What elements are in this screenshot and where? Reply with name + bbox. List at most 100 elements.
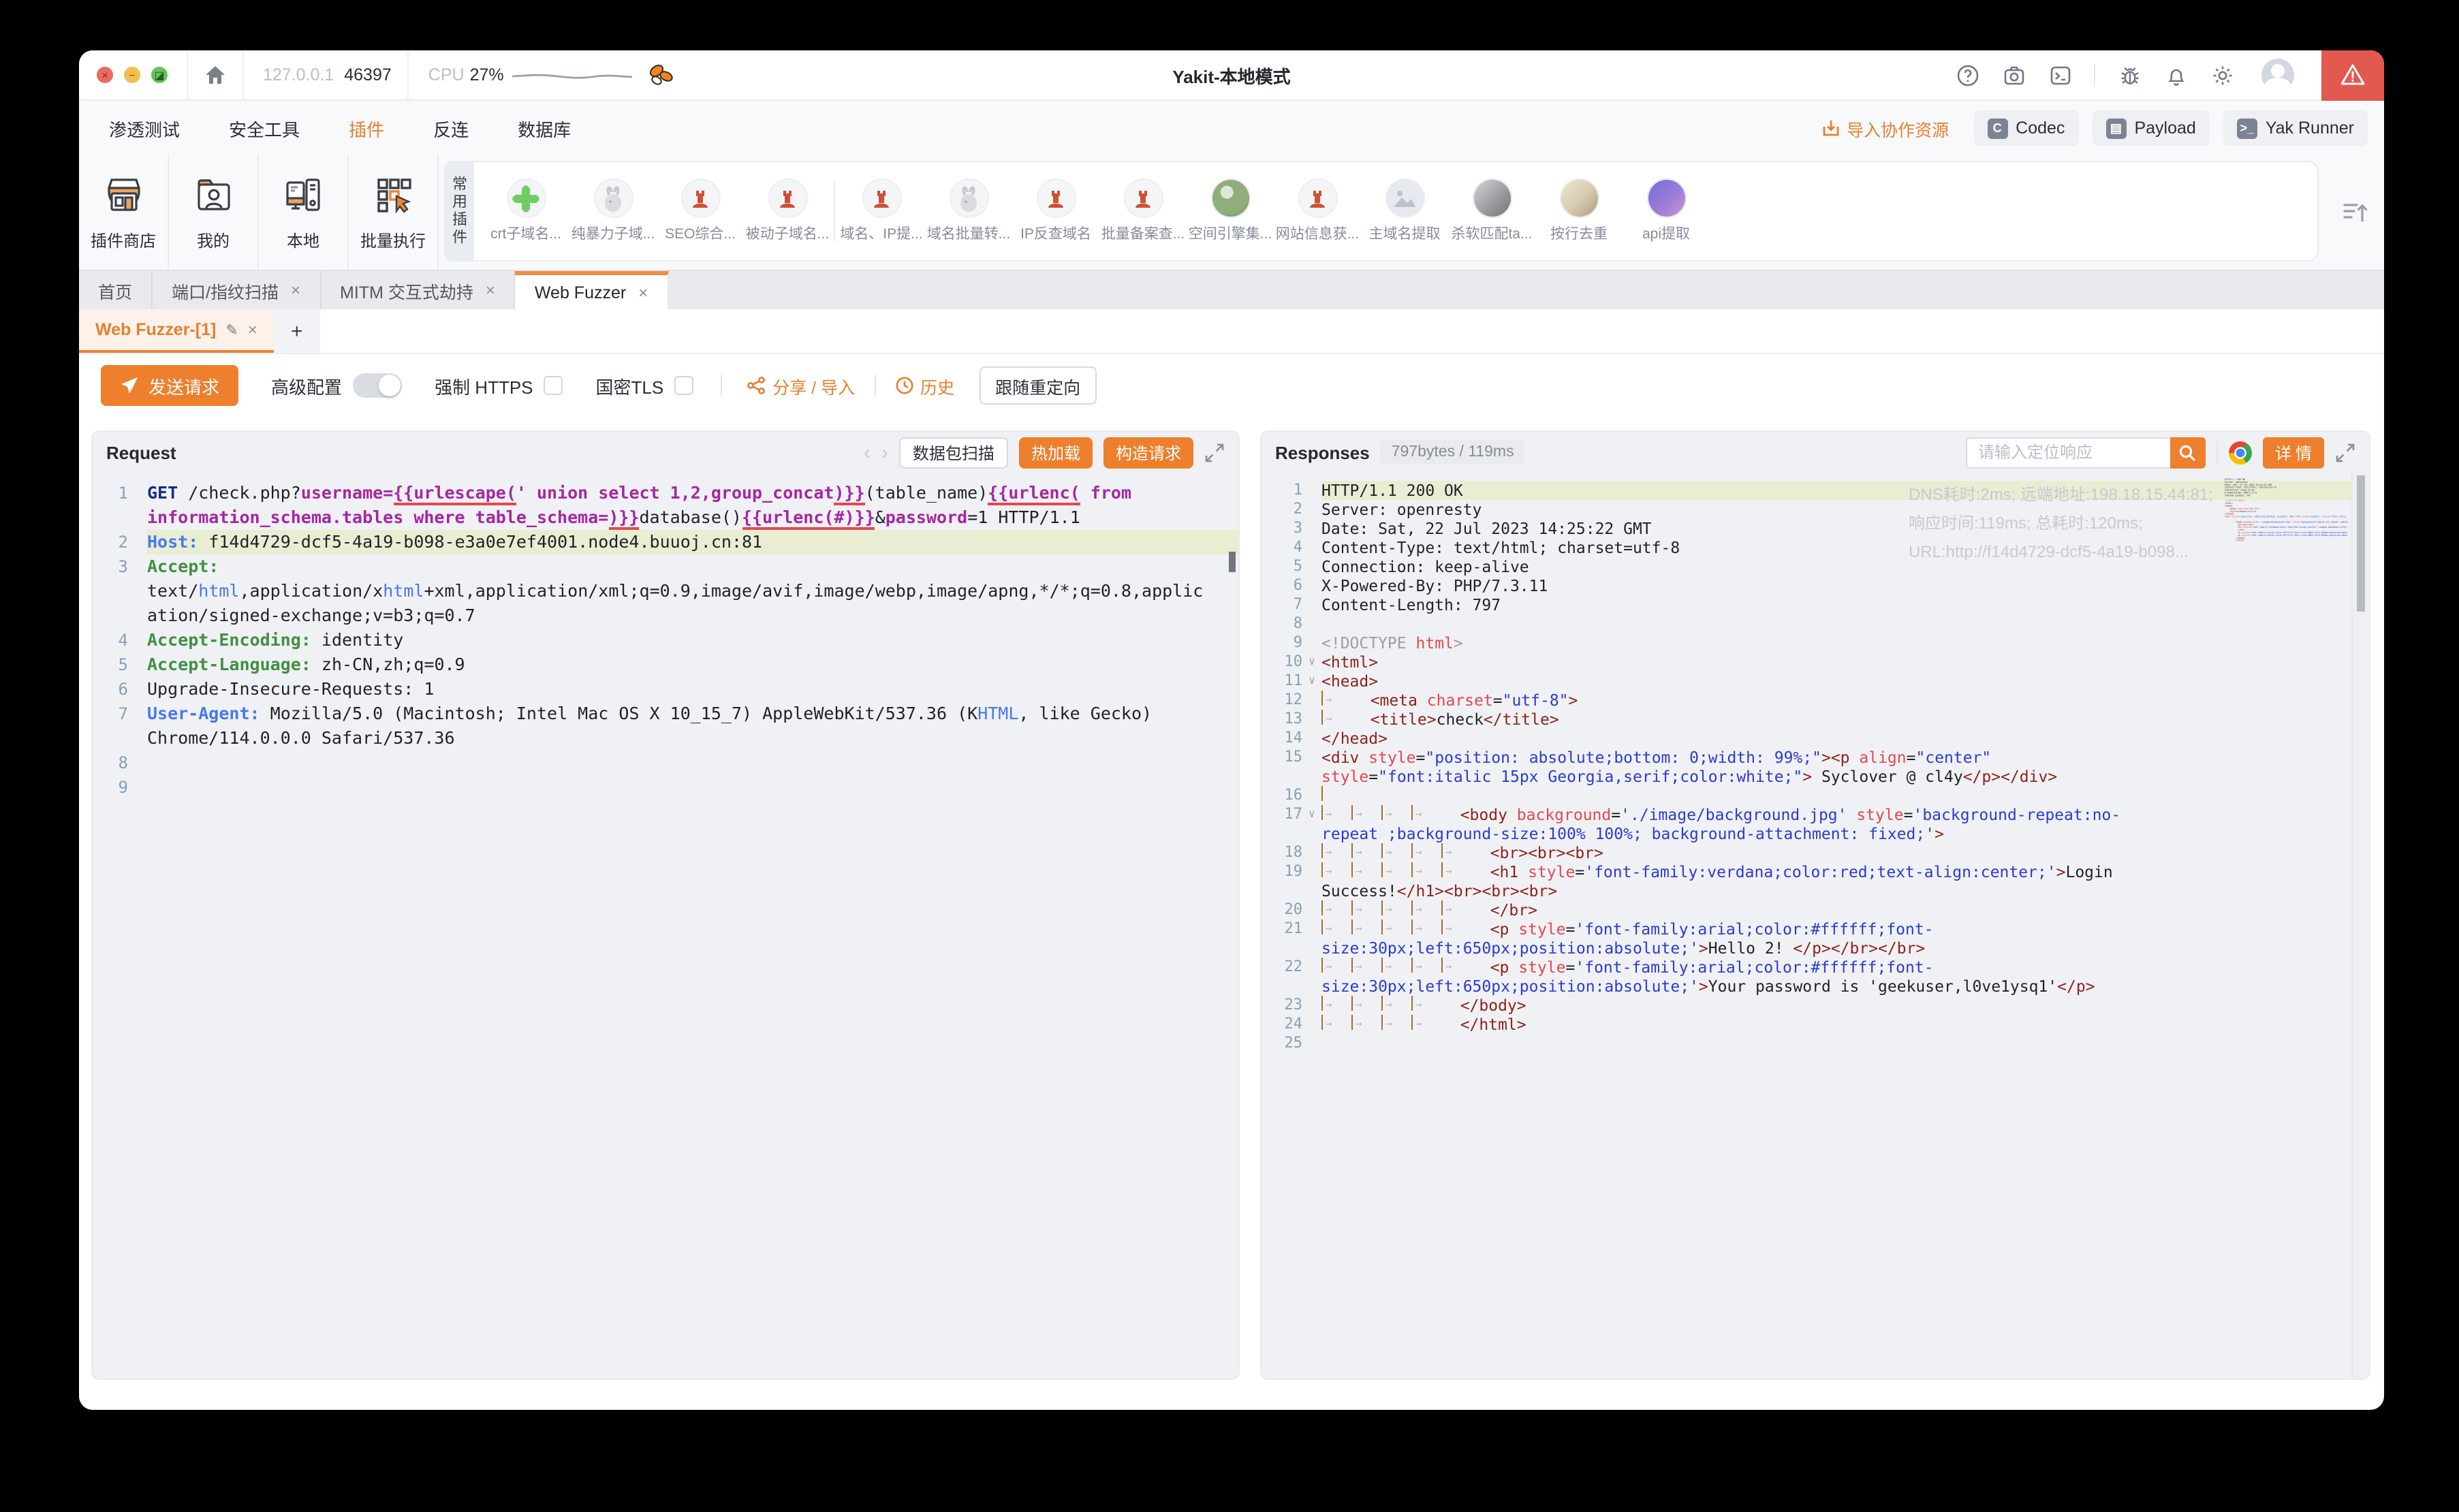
plugin-item-6[interactable]: IP反查域名 bbox=[1012, 178, 1099, 244]
collapse-caret-icon[interactable]: ∨ bbox=[1302, 672, 1321, 691]
response-line-1[interactable]: 1HTTP/1.1 200 OK bbox=[1262, 481, 2369, 500]
hot-reload-button[interactable]: 热加载 bbox=[1019, 437, 1093, 468]
user-avatar[interactable] bbox=[2261, 59, 2294, 91]
search-input[interactable] bbox=[1966, 437, 2170, 468]
force-https-checkbox[interactable] bbox=[544, 376, 563, 395]
bug-icon[interactable] bbox=[2117, 63, 2142, 87]
plugin-item-11[interactable]: 杀软匹配ta... bbox=[1448, 178, 1535, 244]
response-line-2[interactable]: 2Server: openresty bbox=[1262, 500, 2369, 519]
primary-tab-2[interactable]: MITM 交互式劫持× bbox=[321, 271, 516, 309]
response-editor[interactable]: 1HTTP/1.1 200 OK2Server: openresty3Date:… bbox=[1262, 473, 2369, 1380]
rename-tab-pencil-icon[interactable]: ✎ bbox=[225, 321, 238, 338]
request-line-9[interactable]: 9 bbox=[93, 775, 1238, 800]
response-line-20[interactable]: 20→→→→→ </br> bbox=[1262, 900, 2369, 919]
settings-gear-icon[interactable] bbox=[2210, 63, 2234, 87]
payload-button[interactable]: ▤ Payload bbox=[2092, 110, 2209, 146]
codec-button[interactable]: C Codec bbox=[1973, 110, 2078, 146]
prev-page-icon[interactable]: ‹ bbox=[864, 442, 871, 462]
launcher-1[interactable]: 我的 bbox=[169, 155, 259, 270]
response-scrollbar-thumb[interactable] bbox=[2357, 475, 2365, 612]
plugin-item-13[interactable]: api提取 bbox=[1623, 178, 1710, 244]
plugin-item-10[interactable]: 主域名提取 bbox=[1361, 178, 1448, 244]
plugin-item-12[interactable]: 按行去重 bbox=[1535, 178, 1623, 244]
share-import-link[interactable]: 分享 / 导入 bbox=[747, 373, 855, 398]
request-line-3[interactable]: 3Accept: text/html,application/xhtml+xml… bbox=[93, 554, 1238, 628]
request-scrollbar-thumb[interactable] bbox=[1229, 552, 1236, 572]
add-tab-button[interactable]: + bbox=[274, 309, 320, 353]
close-tab-icon[interactable]: × bbox=[248, 320, 257, 339]
launcher-2[interactable]: 本地 bbox=[259, 155, 349, 270]
send-request-button[interactable]: 发送请求 bbox=[101, 365, 238, 406]
yak-runner-button[interactable]: >_ Yak Runner bbox=[2223, 110, 2368, 146]
response-line-5[interactable]: 5Connection: keep-alive bbox=[1262, 557, 2369, 576]
close-tab-icon[interactable]: × bbox=[291, 281, 300, 300]
primary-tab-0[interactable]: 首页 bbox=[79, 271, 153, 309]
response-line-22[interactable]: 22→→→→→ <p style='font-family:arial;colo… bbox=[1262, 958, 2369, 996]
plugin-item-3[interactable]: 被动子域名... bbox=[744, 178, 831, 244]
minimize-window-icon[interactable]: − bbox=[124, 67, 140, 83]
response-line-24[interactable]: 24→→→→ </html> bbox=[1262, 1015, 2369, 1034]
response-line-21[interactable]: 21→→→→→ <p style='font-family:arial;colo… bbox=[1262, 919, 2369, 958]
screenshot-icon[interactable] bbox=[2001, 63, 2026, 87]
response-line-15[interactable]: 15<div style="position: absolute;bottom:… bbox=[1262, 748, 2369, 786]
gm-tls-checkbox[interactable] bbox=[674, 376, 693, 395]
primary-tab-1[interactable]: 端口/指纹扫描× bbox=[153, 271, 321, 309]
response-line-13[interactable]: 13→ <title>check</title> bbox=[1262, 710, 2369, 729]
response-line-14[interactable]: 14</head> bbox=[1262, 729, 2369, 748]
fullscreen-icon[interactable] bbox=[1204, 442, 1225, 462]
advanced-config-toggle[interactable] bbox=[353, 373, 402, 398]
plugin-item-8[interactable]: 空间引擎集... bbox=[1187, 178, 1274, 244]
plugin-item-2[interactable]: SEO综合... bbox=[657, 178, 744, 244]
build-request-button[interactable]: 构造请求 bbox=[1103, 437, 1193, 468]
menu-item-0[interactable]: 渗透测试 bbox=[109, 115, 180, 141]
launcher-3[interactable]: 批量执行 bbox=[349, 155, 439, 270]
collapse-caret-icon[interactable]: ∨ bbox=[1302, 805, 1321, 824]
response-line-3[interactable]: 3Date: Sat, 22 Jul 2023 14:25:22 GMT bbox=[1262, 519, 2369, 538]
import-collab-link[interactable]: 导入协作资源 bbox=[1821, 115, 1949, 141]
request-line-1[interactable]: 1GET /check.php?username={{urlescape(' u… bbox=[93, 481, 1238, 530]
response-line-18[interactable]: 18→→→→→ <br><br><br> bbox=[1262, 843, 2369, 862]
plugin-sort-icon[interactable] bbox=[2327, 155, 2384, 270]
collapse-caret-icon[interactable]: ∨ bbox=[1302, 652, 1321, 672]
follow-redirect-button[interactable]: 跟随重定向 bbox=[979, 366, 1097, 405]
response-line-4[interactable]: 4Content-Type: text/html; charset=utf-8 bbox=[1262, 538, 2369, 557]
history-link[interactable]: 历史 bbox=[894, 373, 954, 398]
maximize-window-icon[interactable]: ◪ bbox=[151, 67, 168, 83]
request-line-4[interactable]: 4Accept-Encoding: identity bbox=[93, 628, 1238, 652]
next-page-icon[interactable]: › bbox=[881, 442, 888, 462]
alert-warning-button[interactable] bbox=[2321, 50, 2384, 100]
common-plugins-vertical-tab[interactable]: 常用插件 bbox=[444, 161, 473, 262]
launcher-0[interactable]: 插件商店 bbox=[79, 155, 169, 270]
terminal-icon[interactable] bbox=[2048, 63, 2072, 87]
request-line-5[interactable]: 5Accept-Language: zh-CN,zh;q=0.9 bbox=[93, 652, 1238, 677]
menu-item-4[interactable]: 数据库 bbox=[518, 115, 571, 141]
plugin-item-9[interactable]: 网站信息获... bbox=[1274, 178, 1361, 244]
chrome-browser-icon[interactable] bbox=[2229, 441, 2252, 464]
request-line-6[interactable]: 6Upgrade-Insecure-Requests: 1 bbox=[93, 677, 1238, 702]
request-line-7[interactable]: 7User-Agent: Mozilla/5.0 (Macintosh; Int… bbox=[93, 702, 1238, 751]
close-window-icon[interactable]: × bbox=[97, 67, 113, 83]
menu-item-2[interactable]: 插件 bbox=[349, 115, 384, 141]
response-line-23[interactable]: 23→→→→ </body> bbox=[1262, 996, 2369, 1015]
menu-item-1[interactable]: 安全工具 bbox=[229, 115, 300, 141]
search-icon[interactable] bbox=[2170, 437, 2206, 468]
response-line-10[interactable]: 10∨<html> bbox=[1262, 652, 2369, 672]
primary-tab-3[interactable]: Web Fuzzer× bbox=[516, 271, 668, 309]
help-icon[interactable] bbox=[1955, 63, 1979, 87]
response-line-12[interactable]: 12→ <meta charset="utf-8"> bbox=[1262, 691, 2369, 710]
detail-button[interactable]: 详情 bbox=[2263, 437, 2324, 468]
close-tab-icon[interactable]: × bbox=[638, 283, 648, 302]
request-line-2[interactable]: 2Host: f14d4729-dcf5-4a19-b098-e3a0e7ef4… bbox=[93, 530, 1238, 554]
response-line-17[interactable]: 17∨→→→→ <body background='./image/backgr… bbox=[1262, 805, 2369, 843]
close-tab-icon[interactable]: × bbox=[486, 281, 495, 300]
response-line-9[interactable]: 9<!DOCTYPE html> bbox=[1262, 633, 2369, 652]
plugin-item-5[interactable]: 域名批量转... bbox=[925, 178, 1012, 244]
response-line-25[interactable]: 25 bbox=[1262, 1034, 2369, 1053]
response-line-19[interactable]: 19→→→→→ <h1 style='font-family:verdana;c… bbox=[1262, 862, 2369, 900]
response-line-7[interactable]: 7Content-Length: 797 bbox=[1262, 595, 2369, 614]
tab-web-fuzzer-1[interactable]: Web Fuzzer-[1] ✎ × bbox=[79, 309, 274, 353]
editor-minimap[interactable]: HTTP/1.1 200 OKServer: openrestyDate: Sa… bbox=[2225, 478, 2347, 642]
home-icon[interactable] bbox=[188, 50, 242, 100]
plugin-item-1[interactable]: 纯暴力子域... bbox=[569, 178, 657, 244]
response-line-6[interactable]: 6X-Powered-By: PHP/7.3.11 bbox=[1262, 576, 2369, 595]
